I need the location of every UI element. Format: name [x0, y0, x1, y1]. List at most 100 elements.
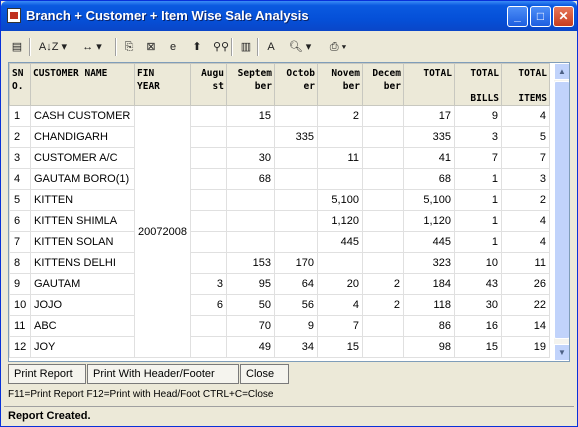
- october-cell[interactable]: [273, 231, 318, 253]
- december-cell[interactable]: [361, 147, 404, 169]
- total-bills-cell[interactable]: 16: [453, 315, 502, 337]
- august-cell[interactable]: [189, 126, 227, 148]
- total-cell[interactable]: 86: [402, 315, 455, 337]
- august-cell[interactable]: [189, 231, 227, 253]
- november-cell[interactable]: [316, 126, 363, 148]
- total-cell[interactable]: 335: [402, 126, 455, 148]
- row-number-cell[interactable]: 6: [9, 210, 31, 232]
- row-number-cell[interactable]: 11: [9, 315, 31, 337]
- chart-icon[interactable]: ▥: [237, 37, 255, 57]
- total-items-cell[interactable]: 7: [500, 147, 550, 169]
- table-row[interactable]: 11 ABC 70 9 7 86 16 14: [9, 315, 550, 337]
- header-total-bills[interactable]: TOTAL BILLS: [453, 63, 502, 106]
- customer-name-cell[interactable]: GAUTAM BORO(1): [30, 168, 135, 190]
- total-cell[interactable]: 184: [402, 273, 455, 295]
- header-august[interactable]: Augu st: [189, 63, 227, 106]
- october-cell[interactable]: 34: [273, 336, 318, 358]
- table-row[interactable]: 5 KITTEN 5,100 5,100 1 2: [9, 189, 550, 211]
- november-cell[interactable]: 20: [316, 273, 363, 295]
- fin-year-cell[interactable]: 20072008: [134, 105, 191, 358]
- header-total-items[interactable]: TOTAL ITEMS: [500, 63, 550, 106]
- row-number-cell[interactable]: 7: [9, 231, 31, 253]
- september-cell[interactable]: [225, 189, 275, 211]
- total-items-cell[interactable]: 14: [500, 315, 550, 337]
- total-bills-cell[interactable]: 1: [453, 231, 502, 253]
- row-number-cell[interactable]: 5: [9, 189, 31, 211]
- total-bills-cell[interactable]: 1: [453, 210, 502, 232]
- november-cell[interactable]: [316, 168, 363, 190]
- report-grid[interactable]: SN O. CUSTOMER NAME FIN YEAR Augu st Septem ber O…: [8, 62, 570, 362]
- total-items-cell[interactable]: 22: [500, 294, 550, 316]
- total-bills-cell[interactable]: 10: [453, 252, 502, 274]
- save-icon[interactable]: ▤: [9, 37, 25, 57]
- header-fin-year[interactable]: FIN YEAR: [134, 63, 191, 106]
- october-cell[interactable]: 9: [273, 315, 318, 337]
- november-cell[interactable]: 1,120: [316, 210, 363, 232]
- september-cell[interactable]: 68: [225, 168, 275, 190]
- total-items-cell[interactable]: 4: [500, 210, 550, 232]
- header-customer[interactable]: CUSTOMER NAME: [30, 63, 135, 106]
- september-cell[interactable]: [225, 126, 275, 148]
- october-cell[interactable]: 335: [273, 126, 318, 148]
- customer-name-cell[interactable]: KITTEN: [30, 189, 135, 211]
- december-cell[interactable]: [361, 252, 404, 274]
- december-cell[interactable]: [361, 231, 404, 253]
- header-december[interactable]: Decem ber: [361, 63, 404, 106]
- total-items-cell[interactable]: 4: [500, 231, 550, 253]
- december-cell[interactable]: [361, 105, 404, 127]
- december-cell[interactable]: [361, 315, 404, 337]
- september-cell[interactable]: 15: [225, 105, 275, 127]
- total-bills-cell[interactable]: 3: [453, 126, 502, 148]
- find-icon[interactable]: ⚲⚲: [210, 37, 232, 57]
- august-cell[interactable]: [189, 252, 227, 274]
- september-cell[interactable]: 70: [225, 315, 275, 337]
- customer-name-cell[interactable]: CUSTOMER A/C: [30, 147, 135, 169]
- customer-name-cell[interactable]: KITTENS DELHI: [30, 252, 135, 274]
- row-number-cell[interactable]: 12: [9, 336, 31, 358]
- december-cell[interactable]: [361, 189, 404, 211]
- customer-name-cell[interactable]: ABC: [30, 315, 135, 337]
- vertical-scrollbar[interactable]: ▲ ▼: [554, 63, 569, 361]
- october-cell[interactable]: [273, 168, 318, 190]
- october-cell[interactable]: 56: [273, 294, 318, 316]
- october-cell[interactable]: 170: [273, 252, 318, 274]
- total-bills-cell[interactable]: 1: [453, 168, 502, 190]
- row-number-cell[interactable]: 4: [9, 168, 31, 190]
- customer-name-cell[interactable]: KITTEN SOLAN: [30, 231, 135, 253]
- excel-icon[interactable]: ⊠: [143, 37, 159, 57]
- table-row[interactable]: 12 JOY 49 34 15 98 15 19: [9, 336, 550, 358]
- scroll-thumb[interactable]: [554, 81, 569, 339]
- table-row[interactable]: 7 KITTEN SOLAN 445 445 1 4: [9, 231, 550, 253]
- table-row[interactable]: 3 CUSTOMER A/C 30 11 41 7 7: [9, 147, 550, 169]
- september-cell[interactable]: 95: [225, 273, 275, 295]
- header-november[interactable]: Novem ber: [316, 63, 363, 106]
- august-cell[interactable]: [189, 168, 227, 190]
- sort-icon[interactable]: A↓Z ▾: [35, 37, 71, 57]
- october-cell[interactable]: [273, 105, 318, 127]
- row-number-cell[interactable]: 9: [9, 273, 31, 295]
- total-bills-cell[interactable]: 1: [453, 189, 502, 211]
- row-number-cell[interactable]: 3: [9, 147, 31, 169]
- printer-icon[interactable]: ⎙ ▾: [323, 37, 353, 57]
- october-cell[interactable]: 64: [273, 273, 318, 295]
- august-cell[interactable]: 3: [189, 273, 227, 295]
- header-sno[interactable]: SN O.: [9, 63, 31, 106]
- august-cell[interactable]: [189, 189, 227, 211]
- december-cell[interactable]: [361, 168, 404, 190]
- august-cell[interactable]: [189, 147, 227, 169]
- total-cell[interactable]: 17: [402, 105, 455, 127]
- total-items-cell[interactable]: 19: [500, 336, 550, 358]
- table-row[interactable]: 4 GAUTAM BORO(1) 68 68 1 3: [9, 168, 550, 190]
- total-bills-cell[interactable]: 9: [453, 105, 502, 127]
- october-cell[interactable]: [273, 210, 318, 232]
- row-number-cell[interactable]: 1: [9, 105, 31, 127]
- table-row[interactable]: 8 KITTENS DELHI 153 170 323 10 11: [9, 252, 550, 274]
- header-september[interactable]: Septem ber: [225, 63, 275, 106]
- september-cell[interactable]: [225, 210, 275, 232]
- september-cell[interactable]: [225, 231, 275, 253]
- december-cell[interactable]: [361, 126, 404, 148]
- total-items-cell[interactable]: 26: [500, 273, 550, 295]
- total-items-cell[interactable]: 3: [500, 168, 550, 190]
- august-cell[interactable]: [189, 315, 227, 337]
- customer-name-cell[interactable]: GAUTAM: [30, 273, 135, 295]
